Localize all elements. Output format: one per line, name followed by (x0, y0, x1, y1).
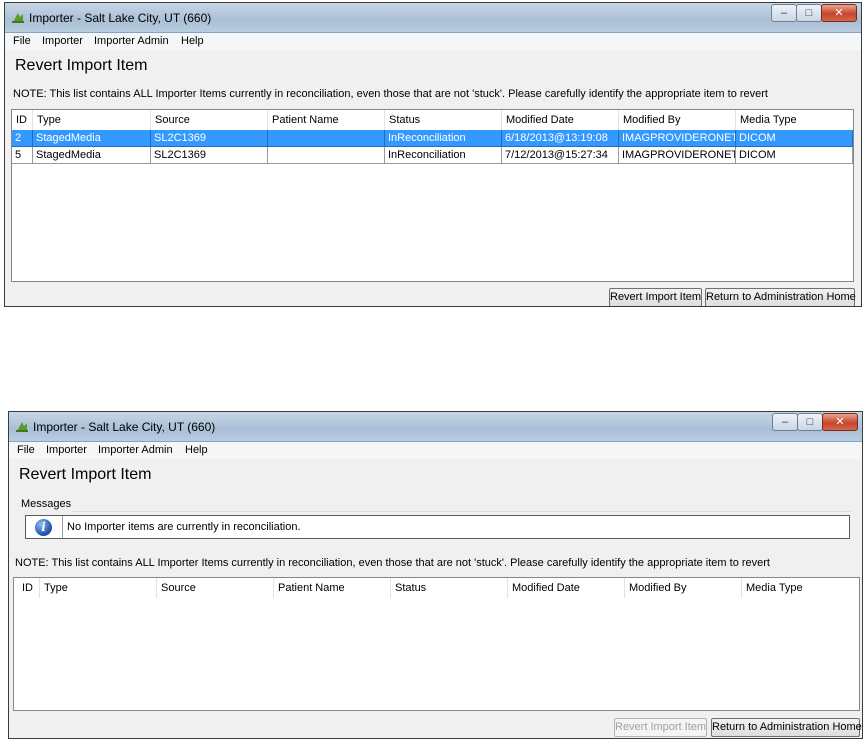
cell-type: StagedMedia (33, 130, 151, 147)
column-header-status[interactable]: Status (391, 578, 508, 598)
note-text: NOTE: This list contains ALL Importer It… (13, 88, 768, 100)
menu-help[interactable]: Help (185, 444, 208, 456)
column-header-patient-name[interactable]: Patient Name (274, 578, 391, 598)
window-title: Importer - Salt Lake City, UT (660) (33, 420, 216, 434)
maximize-button[interactable]: □ (796, 4, 822, 22)
cell-id: 2 (12, 130, 33, 147)
import-items-grid[interactable]: ID Type Source Patient Name Status Modif… (11, 109, 854, 282)
menu-importer-admin[interactable]: Importer Admin (98, 444, 173, 456)
title-bar[interactable]: Importer - Salt Lake City, UT (660) – □ … (5, 3, 861, 33)
message-text: No Importer items are currently in recon… (67, 521, 301, 533)
import-items-grid[interactable]: ID Type Source Patient Name Status Modif… (13, 577, 860, 711)
cell-patient-name (268, 147, 385, 164)
column-header-source[interactable]: Source (157, 578, 274, 598)
cell-id: 5 (12, 147, 33, 164)
revert-import-item-button[interactable]: Revert Import Item (609, 288, 702, 306)
page-title: Revert Import Item (15, 57, 148, 74)
menu-file[interactable]: File (13, 35, 31, 47)
menu-file[interactable]: File (17, 444, 35, 456)
menu-importer[interactable]: Importer (42, 35, 83, 47)
return-to-admin-home-button[interactable]: Return to Administration Home (705, 288, 856, 306)
menu-bar: File Importer Importer Admin Help (5, 33, 861, 50)
cell-status: InReconciliation (385, 147, 502, 164)
revert-import-item-button[interactable]: Revert Import Item (614, 718, 707, 737)
info-icon: i (35, 519, 52, 536)
importer-window-2: Importer - Salt Lake City, UT (660) – □ … (8, 411, 863, 739)
column-header-status[interactable]: Status (385, 110, 502, 130)
cell-modified-by: IMAGPROVIDERONETW (619, 147, 736, 164)
column-header-modified-date[interactable]: Modified Date (508, 578, 625, 598)
messages-group (73, 511, 851, 512)
cell-media-type: DICOM (736, 130, 853, 147)
messages-label: Messages (21, 498, 72, 510)
menu-importer-admin[interactable]: Importer Admin (94, 35, 169, 47)
importer-window-1: Importer - Salt Lake City, UT (660) – □ … (4, 2, 862, 307)
app-icon (16, 422, 28, 432)
cell-media-type: DICOM (736, 147, 853, 164)
column-header-modified-by[interactable]: Modified By (625, 578, 742, 598)
cell-type: StagedMedia (33, 147, 151, 164)
cell-modified-by: IMAGPROVIDERONETW (619, 130, 736, 147)
cell-patient-name (268, 130, 385, 147)
message-divider (62, 516, 63, 538)
column-header-media-type[interactable]: Media Type (742, 578, 859, 598)
close-button[interactable]: ✕ (822, 413, 858, 431)
grid-header: ID Type Source Patient Name Status Modif… (12, 110, 853, 130)
column-header-modified-date[interactable]: Modified Date (502, 110, 619, 130)
menu-bar: File Importer Importer Admin Help (9, 442, 862, 459)
note-text: NOTE: This list contains ALL Importer It… (15, 557, 770, 569)
window-title: Importer - Salt Lake City, UT (660) (29, 11, 212, 25)
return-to-admin-home-button[interactable]: Return to Administration Home (711, 718, 862, 737)
message-panel: i No Importer items are currently in rec… (25, 515, 850, 539)
cell-modified-date: 6/18/2013@13:19:08 (502, 130, 619, 147)
column-header-patient-name[interactable]: Patient Name (268, 110, 385, 130)
cell-status: InReconciliation (385, 130, 502, 147)
column-header-type[interactable]: Type (33, 110, 151, 130)
content-panel: Revert Import Item NOTE: This list conta… (5, 50, 861, 306)
close-button[interactable]: ✕ (821, 4, 857, 22)
title-bar[interactable]: Importer - Salt Lake City, UT (660) – □ … (9, 412, 862, 442)
content-panel: Revert Import Item Messages i No Importe… (9, 459, 862, 738)
cell-modified-date: 7/12/2013@15:27:34 (502, 147, 619, 164)
column-header-id[interactable]: ID (18, 578, 40, 598)
table-row[interactable]: 5 StagedMedia SL2C1369 InReconciliation … (12, 147, 853, 164)
maximize-button[interactable]: □ (797, 413, 823, 431)
menu-importer[interactable]: Importer (46, 444, 87, 456)
grid-header: ID Type Source Patient Name Status Modif… (14, 578, 859, 598)
app-icon (12, 13, 24, 23)
column-header-type[interactable]: Type (40, 578, 157, 598)
minimize-button[interactable]: – (772, 413, 798, 431)
page-title: Revert Import Item (19, 466, 152, 483)
minimize-button[interactable]: – (771, 4, 797, 22)
column-header-modified-by[interactable]: Modified By (619, 110, 736, 130)
menu-help[interactable]: Help (181, 35, 204, 47)
column-header-media-type[interactable]: Media Type (736, 110, 853, 130)
table-row[interactable]: 2 StagedMedia SL2C1369 InReconciliation … (12, 130, 853, 147)
cell-source: SL2C1369 (151, 147, 268, 164)
cell-source: SL2C1369 (151, 130, 268, 147)
column-header-source[interactable]: Source (151, 110, 268, 130)
column-header-id[interactable]: ID (12, 110, 33, 130)
